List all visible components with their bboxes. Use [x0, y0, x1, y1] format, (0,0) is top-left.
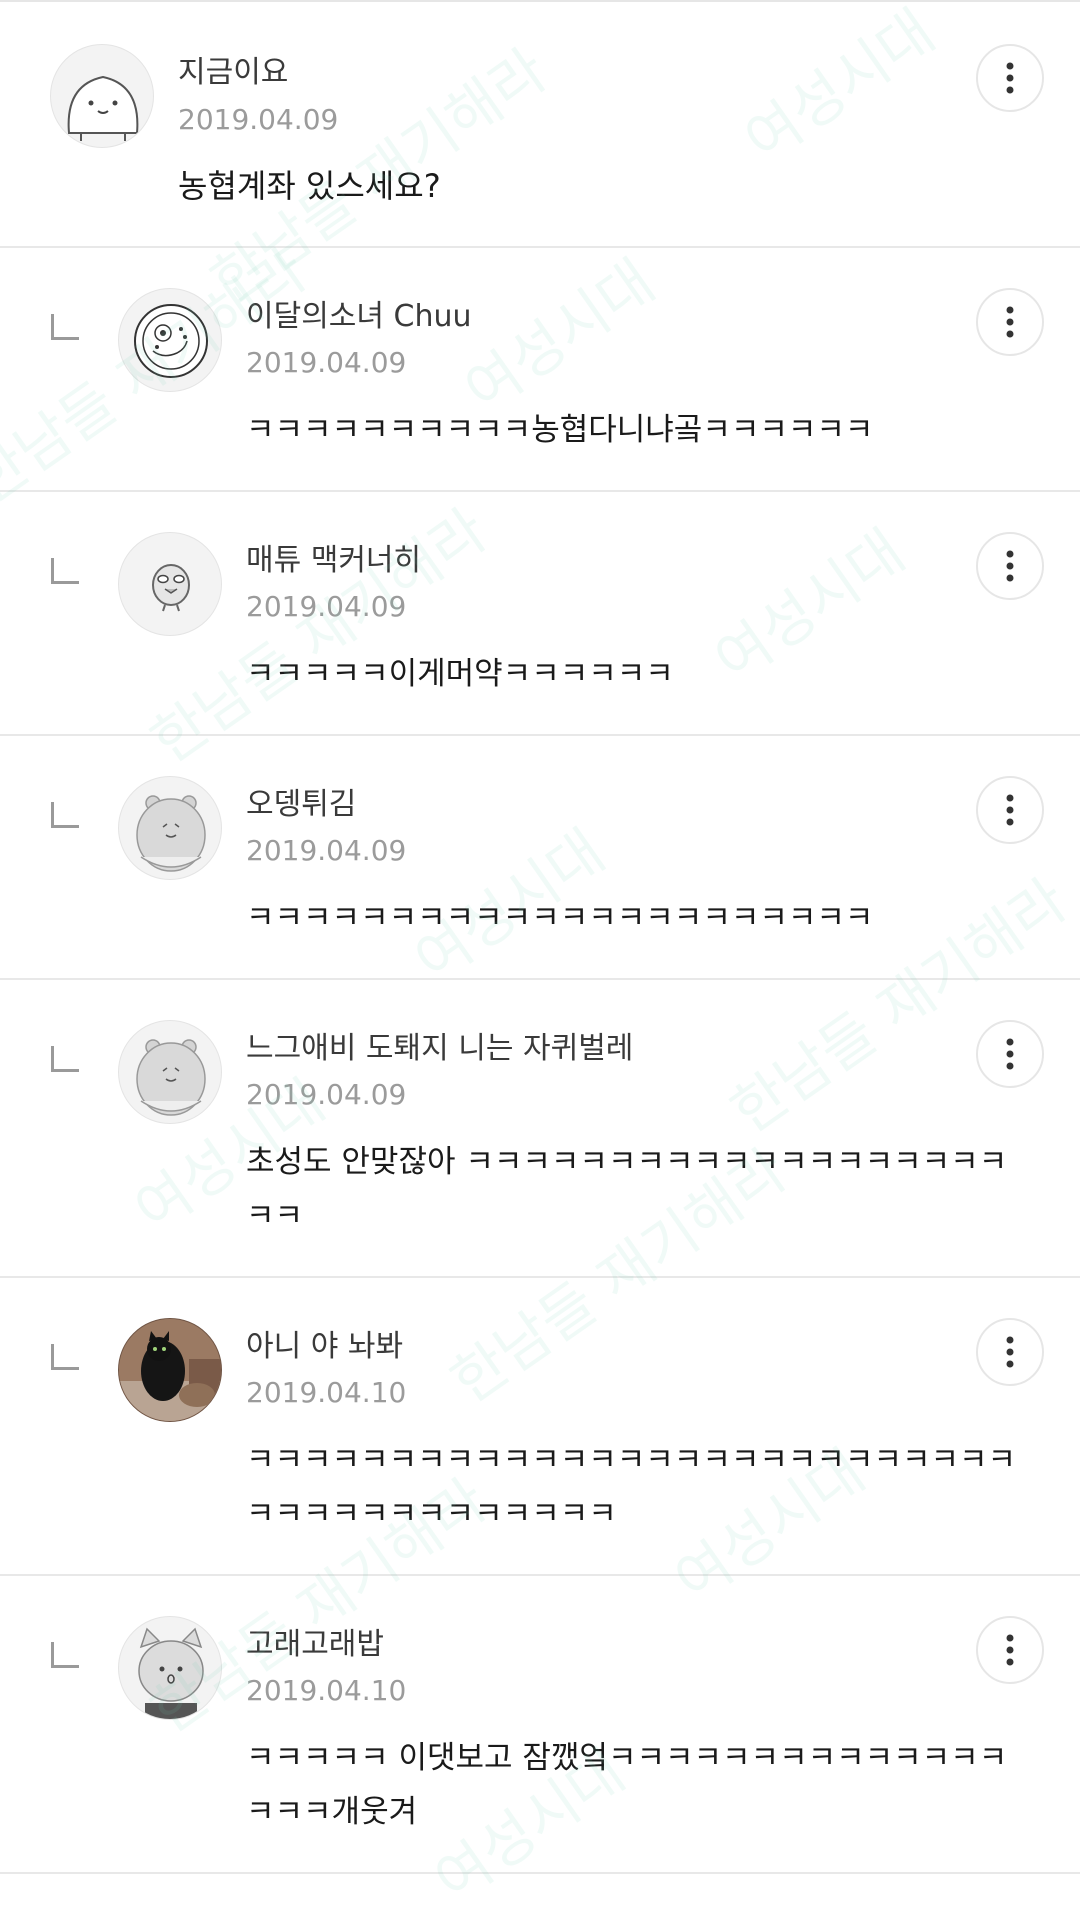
comment-reply: 매튜 맥커너히 2019.04.09 ㅋㅋㅋㅋㅋ이게머약ㅋㅋㅋㅋㅋㅋ — [0, 492, 1080, 736]
more-options-button[interactable] — [976, 288, 1044, 356]
more-options-button[interactable] — [976, 44, 1044, 112]
comment-date: 2019.04.09 — [246, 834, 407, 867]
comment-reply: 고래고래밥 2019.04.10 ㅋㅋㅋㅋㅋ 이댓보고 잠깼엌ㅋㅋㅋㅋㅋㅋㅋㅋㅋ… — [0, 1576, 1080, 1874]
comment-reply: 오뎅튀김 2019.04.09 ㅋㅋㅋㅋㅋㅋㅋㅋㅋㅋㅋㅋㅋㅋㅋㅋㅋㅋㅋㅋㅋㅋ — [0, 736, 1080, 980]
comment-text: ㅋㅋㅋㅋㅋ이게머약ㅋㅋㅋㅋㅋㅋ — [246, 656, 674, 692]
comment-reply: 이달의소녀 Chuu 2019.04.09 ㅋㅋㅋㅋㅋㅋㅋㅋㅋㅋ농협다니냐곸ㅋㅋ… — [0, 248, 1080, 492]
food-plate-avatar-icon[interactable] — [118, 288, 222, 392]
reply-arrow-icon — [51, 558, 79, 584]
comment-author[interactable]: 이달의소녀 Chuu — [246, 299, 472, 335]
comment-author[interactable]: 아니 야 놔봐 — [246, 1329, 403, 1365]
more-vertical-icon — [1006, 62, 1014, 94]
comment-author[interactable]: 느그애비 도퇘지 니는 자퀴벌레 — [246, 1031, 633, 1067]
comment-date: 2019.04.09 — [246, 590, 407, 623]
reply-arrow-icon — [51, 1642, 79, 1668]
reply-arrow-icon — [51, 802, 79, 828]
comment-text: 초성도 안맞잖아 ㅋㅋㅋㅋㅋㅋㅋㅋㅋㅋㅋㅋㅋㅋㅋㅋㅋㅋㅋㅋㅋ — [246, 1144, 1008, 1234]
comment-list: 지금이요 2019.04.09 농협계좌 있스세요? 이달의소녀 Chuu 20… — [0, 0, 1080, 1897]
more-options-button[interactable] — [976, 1616, 1044, 1684]
more-vertical-icon — [1006, 794, 1014, 826]
more-vertical-icon — [1006, 1634, 1014, 1666]
comment-text: ㅋㅋㅋㅋㅋㅋㅋㅋㅋㅋㅋㅋㅋㅋㅋㅋㅋㅋㅋㅋㅋㅋㅋㅋㅋㅋㅋㅋㅋㅋㅋㅋㅋㅋㅋㅋㅋㅋㅋㅋ — [246, 1442, 1017, 1532]
comment-date: 2019.04.09 — [178, 103, 339, 136]
reply-arrow-icon — [51, 1344, 79, 1370]
comment-reply: 아니 야 놔봐 2019.04.10 ㅋㅋㅋㅋㅋㅋㅋㅋㅋㅋㅋㅋㅋㅋㅋㅋㅋㅋㅋㅋㅋ… — [0, 1278, 1080, 1576]
reply-arrow-icon — [51, 1046, 79, 1072]
cat-photo-avatar[interactable] — [118, 1318, 222, 1422]
comment-text: ㅋㅋㅋㅋㅋㅋㅋㅋㅋㅋㅋㅋㅋㅋㅋㅋㅋㅋㅋㅋㅋㅋ — [246, 900, 874, 936]
more-options-button[interactable] — [976, 532, 1044, 600]
more-vertical-icon — [1006, 1336, 1014, 1368]
bear-avatar-icon[interactable] — [118, 776, 222, 880]
more-vertical-icon — [1006, 550, 1014, 582]
more-options-button[interactable] — [976, 776, 1044, 844]
comment-date: 2019.04.09 — [246, 1078, 407, 1111]
comment-text: 농협계좌 있스세요? — [178, 167, 441, 205]
comment-reply: 느그애비 도퇘지 니는 자퀴벌레 2019.04.09 초성도 안맞잖아 ㅋㅋㅋ… — [0, 980, 1080, 1278]
comment-date: 2019.04.09 — [246, 346, 407, 379]
comment-author[interactable]: 매튜 맥커너히 — [246, 543, 421, 579]
cat-avatar-icon[interactable] — [118, 1616, 222, 1720]
comment-text: ㅋㅋㅋㅋㅋㅋㅋㅋㅋㅋ농협다니냐곸ㅋㅋㅋㅋㅋㅋ — [246, 412, 874, 448]
chick-avatar-icon[interactable] — [118, 532, 222, 636]
comment-text: ㅋㅋㅋㅋㅋ 이댓보고 잠깼엌ㅋㅋㅋㅋㅋㅋㅋㅋㅋㅋㅋㅋㅋㅋㅋㅋㅋ개웃겨 — [246, 1740, 1008, 1830]
more-vertical-icon — [1006, 306, 1014, 338]
more-options-button[interactable] — [976, 1020, 1044, 1088]
bear-avatar-icon[interactable] — [118, 1020, 222, 1124]
comment-date: 2019.04.10 — [246, 1674, 407, 1707]
more-options-button[interactable] — [976, 1318, 1044, 1386]
comment-author[interactable]: 오뎅튀김 — [246, 787, 356, 823]
more-vertical-icon — [1006, 1038, 1014, 1070]
comment-date: 2019.04.10 — [246, 1376, 407, 1409]
reply-arrow-icon — [51, 314, 79, 340]
seal-avatar-icon[interactable] — [50, 44, 154, 148]
comment-item: 지금이요 2019.04.09 농협계좌 있스세요? — [0, 2, 1080, 248]
comment-author[interactable]: 고래고래밥 — [246, 1627, 384, 1663]
comment-author[interactable]: 지금이요 — [178, 55, 288, 91]
